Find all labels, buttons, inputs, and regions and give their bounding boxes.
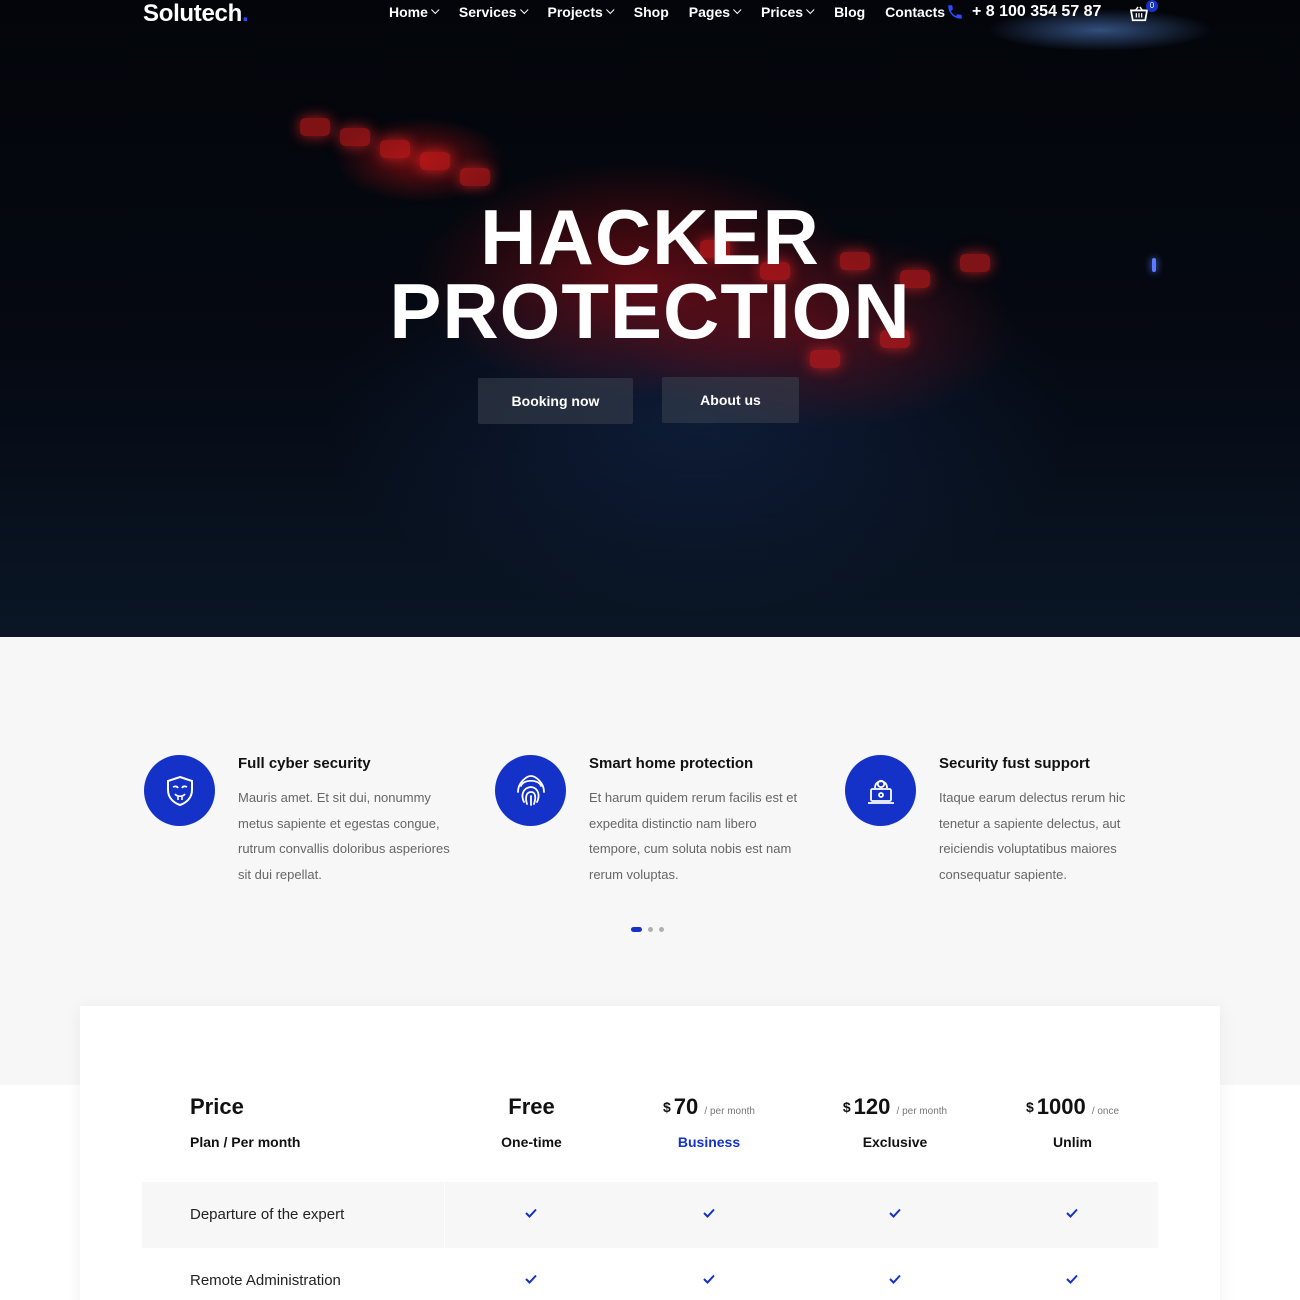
feature-title: Smart home protection bbox=[589, 755, 754, 772]
plan-price: Free bbox=[508, 1094, 555, 1119]
hero-section: Solutech. Home Services Projects Shop Pa… bbox=[0, 0, 1300, 637]
row-label: Departure of the expert bbox=[190, 1206, 345, 1223]
feature-text: Mauris amet. Et sit dui, nonummy metus s… bbox=[238, 790, 450, 882]
menu-item-prices[interactable]: Prices bbox=[761, 4, 815, 20]
menu-item-blog[interactable]: Blog bbox=[834, 4, 865, 20]
plan-free: Free One-time bbox=[480, 1094, 583, 1150]
cart-icon[interactable] bbox=[1130, 6, 1148, 22]
menu-item-contacts[interactable]: Contacts bbox=[885, 4, 945, 20]
table-row: Departure of the expert bbox=[142, 1182, 1158, 1248]
plan-price: $1000 / once bbox=[1025, 1094, 1120, 1119]
keyboard-glow bbox=[340, 128, 370, 146]
menu-item-pages[interactable]: Pages bbox=[689, 4, 742, 20]
plan-name: Exclusive bbox=[862, 1134, 928, 1150]
check-icon bbox=[889, 1274, 901, 1284]
check-icon bbox=[703, 1274, 715, 1284]
plan-name: Unlim bbox=[1053, 1134, 1092, 1150]
plan-business: $70 / per month Business bbox=[640, 1094, 778, 1150]
chevron-down-icon bbox=[806, 5, 815, 15]
booking-button[interactable]: Booking now bbox=[478, 378, 633, 424]
carousel-dot[interactable] bbox=[648, 927, 653, 932]
check-icon bbox=[1066, 1274, 1078, 1284]
chevron-down-icon bbox=[430, 5, 440, 15]
check-icon bbox=[525, 1208, 537, 1218]
mask-shield-icon bbox=[166, 775, 193, 806]
plan-per-month-label: Plan / Per month bbox=[190, 1134, 301, 1150]
plan-name: One-time bbox=[501, 1134, 562, 1150]
hero-title: HACKER PROTECTION bbox=[0, 198, 1300, 350]
table-row: Remote Administration bbox=[142, 1248, 1158, 1300]
carousel-dot[interactable] bbox=[631, 927, 642, 932]
pricing-table: Price Plan / Per month Free One-time $70… bbox=[80, 1006, 1220, 1300]
price-heading: Price bbox=[190, 1094, 244, 1119]
check-icon bbox=[525, 1274, 537, 1284]
about-us-button[interactable]: About us bbox=[662, 377, 799, 423]
chevron-down-icon bbox=[519, 5, 529, 15]
row-label: Remote Administration bbox=[190, 1272, 341, 1289]
price-label-column: Price Plan / Per month bbox=[190, 1094, 300, 1150]
keyboard-glow bbox=[380, 140, 410, 158]
main-menu: Home Services Projects Shop Pages Prices… bbox=[389, 4, 965, 20]
cart-count-badge: 0 bbox=[1146, 0, 1158, 12]
check-icon bbox=[889, 1208, 901, 1218]
menu-item-projects[interactable]: Projects bbox=[548, 4, 615, 20]
logo[interactable]: Solutech. bbox=[143, 0, 249, 28]
menu-item-shop[interactable]: Shop bbox=[634, 4, 669, 20]
chevron-down-icon bbox=[605, 5, 615, 15]
check-icon bbox=[1066, 1208, 1078, 1218]
feature-text: Et harum quidem rerum facilis est et exp… bbox=[589, 790, 798, 882]
carousel-dot[interactable] bbox=[659, 927, 664, 932]
feature-text: Itaque earum delectus rerum hic tenetur … bbox=[939, 790, 1126, 882]
chevron-down-icon bbox=[733, 5, 742, 15]
column-divider bbox=[444, 1182, 445, 1248]
phone-link[interactable]: + 8 100 354 57 87 bbox=[946, 3, 1101, 21]
feature-icon-circle bbox=[144, 755, 215, 826]
phone-icon bbox=[948, 5, 962, 19]
plan-name: Business bbox=[677, 1134, 741, 1150]
check-icon bbox=[703, 1208, 715, 1218]
keyboard-glow bbox=[300, 118, 330, 136]
plan-exclusive: $120 / per month Exclusive bbox=[820, 1094, 970, 1150]
top-nav: Solutech. Home Services Projects Shop Pa… bbox=[0, 0, 1300, 28]
phone-number: + 8 100 354 57 87 bbox=[972, 3, 1102, 20]
plan-price: $70 / per month bbox=[663, 1094, 755, 1119]
feature-title: Full cyber security bbox=[238, 755, 371, 772]
menu-item-services[interactable]: Services bbox=[459, 4, 529, 20]
feature-title: Security fust support bbox=[939, 755, 1090, 772]
carousel-dots bbox=[631, 927, 664, 932]
fingerprint-icon bbox=[516, 774, 545, 806]
hacker-laptop-icon bbox=[867, 779, 894, 804]
feature-icon-circle bbox=[495, 755, 566, 826]
plan-price: $120 / per month bbox=[842, 1094, 948, 1119]
keyboard-glow bbox=[420, 152, 450, 170]
plan-unlim: $1000 / once Unlim bbox=[1005, 1094, 1140, 1150]
feature-icon-circle bbox=[845, 755, 916, 826]
keyboard-glow bbox=[460, 168, 490, 186]
hero-title-line2: PROTECTION bbox=[389, 267, 911, 355]
menu-item-home[interactable]: Home bbox=[389, 4, 440, 20]
